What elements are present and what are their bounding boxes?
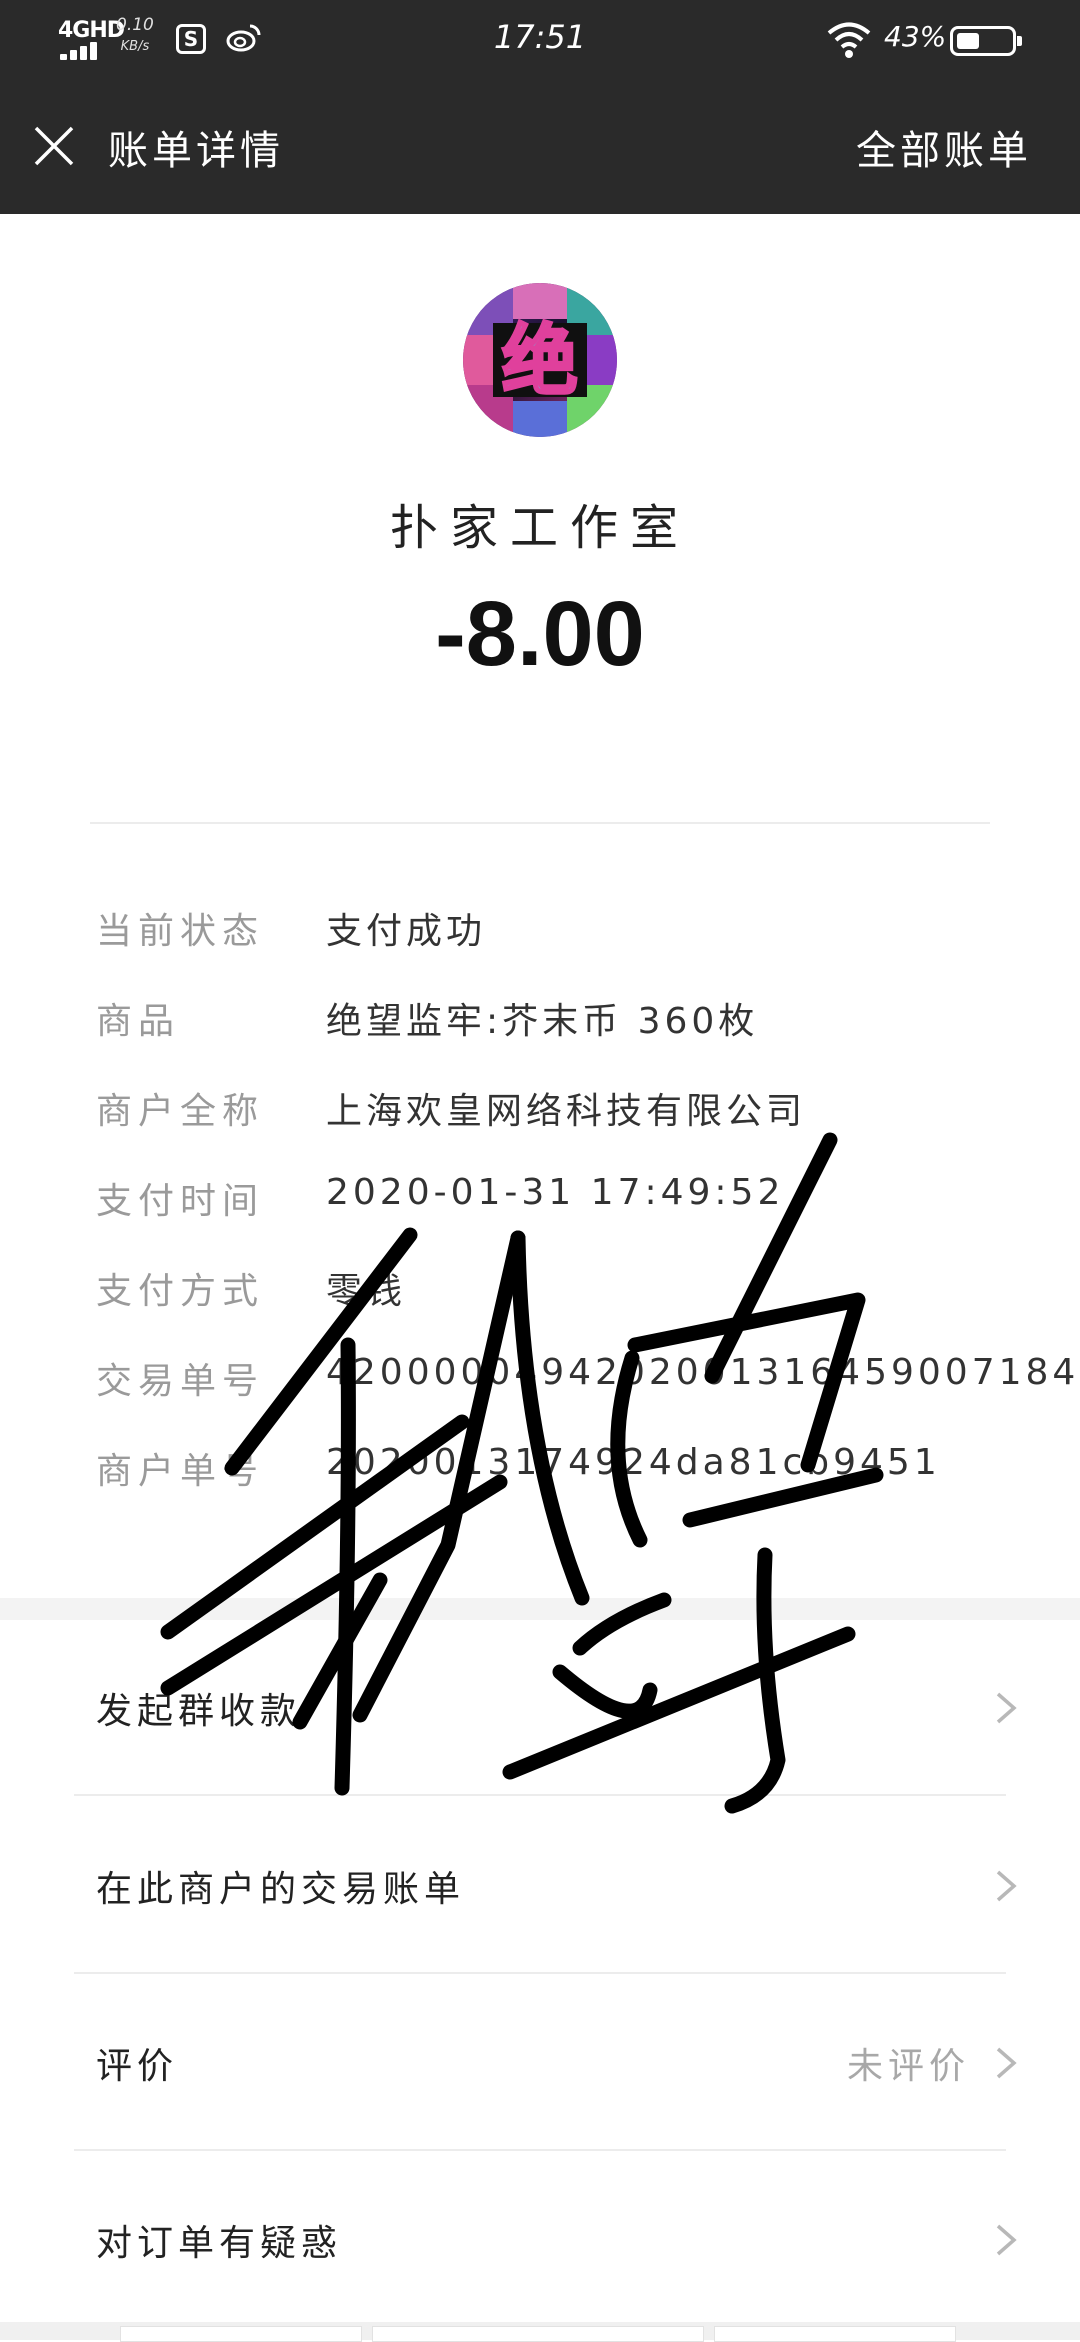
clock: 17:51 xyxy=(493,18,587,56)
avatar-char: 绝 xyxy=(502,316,578,405)
detail-value: 支付成功 xyxy=(326,911,487,952)
speed-value: 0.10 xyxy=(116,15,154,35)
divider xyxy=(74,2149,1006,2151)
detail-label: 商品 xyxy=(96,1001,181,1042)
page-title: 账单详情 xyxy=(108,128,284,174)
section-gap xyxy=(0,1598,1080,1620)
merchant-avatar: 绝 xyxy=(463,283,617,437)
detail-value: 绝望监牢:芥末币 360枚 xyxy=(326,1001,759,1042)
divider xyxy=(74,1794,1006,1796)
detail-label: 交易单号 xyxy=(96,1361,265,1402)
detail-label: 支付方式 xyxy=(96,1271,265,1312)
menu-merchant-bills[interactable]: 在此商户的交易账单 xyxy=(0,1798,1080,1974)
menu-right-text: 未评价 xyxy=(846,2046,970,2087)
speed-unit: KB/s xyxy=(120,39,150,54)
battery-fill xyxy=(957,33,979,49)
chevron-right-icon xyxy=(994,1868,1018,1904)
chevron-right-icon xyxy=(994,2222,1018,2258)
payment-amount: -8.00 xyxy=(435,583,645,685)
merchant-name: 扑家工作室 xyxy=(389,500,690,556)
all-bills-link[interactable]: 全部账单 xyxy=(856,118,1032,176)
detail-label: 当前状态 xyxy=(96,911,265,952)
app-notification-icon: S xyxy=(176,24,206,54)
network-speed: 0.10 KB/s xyxy=(116,14,154,58)
battery-percent: 43% xyxy=(884,20,947,53)
close-icon[interactable] xyxy=(30,122,78,170)
wifi-icon xyxy=(826,20,872,60)
menu-order-question[interactable]: 对订单有疑惑 xyxy=(0,2152,1080,2328)
menu-label: 对订单有疑惑 xyxy=(96,2223,343,2264)
divider xyxy=(74,1972,1006,1974)
detail-value: 零钱 xyxy=(326,1271,407,1312)
signal-icon xyxy=(60,42,104,60)
status-bar: 4GHD 0.10 KB/s S 17:51 43% xyxy=(0,0,1080,80)
detail-label: 商户全称 xyxy=(96,1091,265,1132)
nav-bar: 账单详情 全部账单 xyxy=(0,80,1080,214)
network-type: 4GHD xyxy=(58,18,125,43)
detail-value: 上海欢皇网络科技有限公司 xyxy=(326,1091,807,1132)
detail-label: 支付时间 xyxy=(96,1181,265,1222)
bottom-strip xyxy=(0,2322,1080,2342)
menu-label: 发起群收款 xyxy=(96,1691,302,1732)
detail-label: 商户单号 xyxy=(96,1451,265,1492)
battery-icon xyxy=(950,26,1022,56)
detail-value[interactable]: 4200000494202001316459007184 xyxy=(326,1352,1079,1393)
menu-group-collection[interactable]: 发起群收款 xyxy=(0,1620,1080,1796)
detail-value[interactable]: 2020013174924da81cb9451 xyxy=(326,1442,941,1483)
weibo-icon xyxy=(226,22,262,62)
menu-label: 评价 xyxy=(96,2046,179,2087)
detail-value: 2020-01-31 17:49:52 xyxy=(326,1172,785,1213)
chevron-right-icon xyxy=(994,2045,1018,2081)
menu-review[interactable]: 评价 未评价 xyxy=(0,1975,1080,2151)
divider xyxy=(90,822,990,824)
chevron-right-icon xyxy=(994,1690,1018,1726)
menu-label: 在此商户的交易账单 xyxy=(96,1869,466,1910)
